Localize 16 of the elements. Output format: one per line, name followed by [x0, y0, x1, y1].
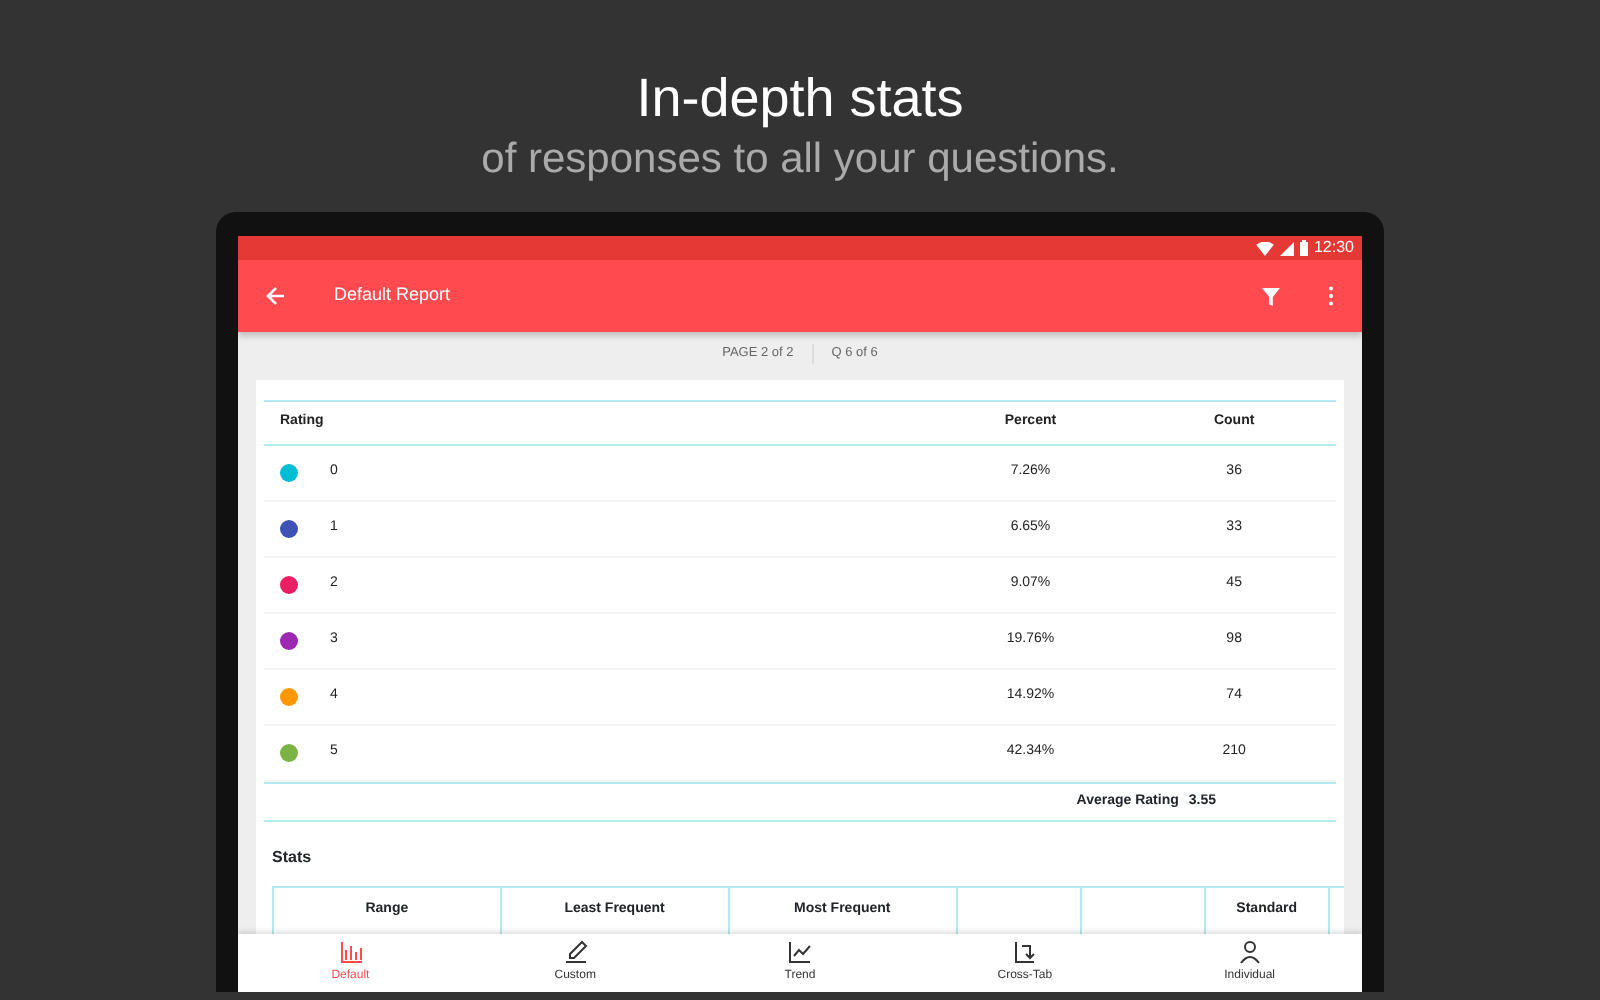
status-time: 12:30 — [1313, 236, 1354, 260]
stats-heading: Stats — [272, 846, 314, 870]
line-chart-icon — [788, 940, 813, 964]
person-icon — [1237, 940, 1262, 964]
arrow-chart-icon — [1012, 940, 1037, 964]
filter-icon[interactable] — [1262, 287, 1280, 305]
back-arrow-icon[interactable] — [266, 286, 286, 306]
promo-title: In-depth stats — [634, 72, 966, 126]
more-menu-icon[interactable] — [1328, 286, 1334, 306]
promo-subtitle: of responses to all your questions. — [479, 138, 1121, 180]
pencil-icon — [563, 940, 588, 964]
battery-icon — [1299, 240, 1308, 256]
signal-icon — [1279, 241, 1294, 255]
app-bar-title: Default Report — [334, 282, 453, 309]
bar-chart-icon — [338, 940, 363, 964]
wifi-icon — [1255, 241, 1274, 255]
